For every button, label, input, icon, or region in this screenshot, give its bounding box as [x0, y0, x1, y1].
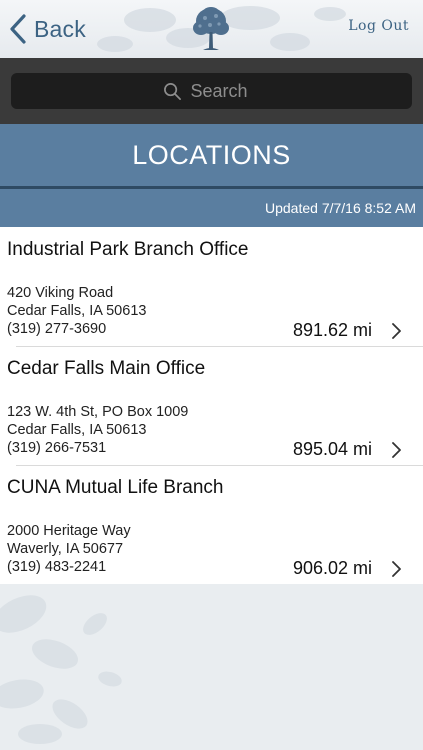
location-address-line2: Cedar Falls, IA 50613 — [7, 422, 147, 438]
search-bar — [0, 58, 423, 124]
location-name: Cedar Falls Main Office — [7, 358, 206, 379]
location-name: CUNA Mutual Life Branch — [7, 477, 224, 498]
location-row[interactable]: Industrial Park Branch Office 420 Viking… — [0, 227, 423, 346]
logout-button[interactable]: Log Out — [348, 18, 409, 34]
location-phone[interactable]: (319) 266-7531 — [7, 440, 106, 456]
search-icon — [163, 82, 181, 100]
location-address-line1: 2000 Heritage Way — [7, 523, 131, 539]
updated-band: Updated 7/7/16 8:52 AM — [0, 189, 423, 227]
location-address-line1: 420 Viking Road — [7, 285, 114, 301]
location-address-line1: 123 W. 4th St, PO Box 1009 — [7, 404, 189, 420]
location-name: Industrial Park Branch Office — [7, 239, 249, 260]
locations-list: Industrial Park Branch Office 420 Viking… — [0, 227, 423, 584]
navigation-bar: Back Log Out — [0, 0, 423, 58]
location-distance: 906.02 mi — [292, 558, 372, 578]
page-title: LOCATIONS — [132, 139, 291, 170]
back-button[interactable]: Back — [8, 11, 86, 47]
back-label: Back — [34, 15, 86, 42]
chevron-right-icon — [392, 323, 401, 339]
location-row[interactable]: CUNA Mutual Life Branch 2000 Heritage Wa… — [0, 465, 423, 584]
chevron-right-icon — [392, 442, 401, 458]
location-distance: 895.04 mi — [292, 439, 372, 459]
chevron-left-icon — [10, 14, 26, 44]
search-input[interactable] — [190, 80, 261, 102]
chevron-right-icon — [392, 561, 401, 577]
location-address-line2: Waverly, IA 50677 — [7, 541, 124, 557]
location-row[interactable]: Cedar Falls Main Office 123 W. 4th St, P… — [0, 346, 423, 465]
page-title-band: LOCATIONS — [0, 124, 423, 186]
tree-logo-icon — [193, 7, 229, 50]
search-field[interactable] — [11, 73, 412, 109]
location-address-line2: Cedar Falls, IA 50613 — [7, 303, 147, 319]
updated-timestamp: Updated 7/7/16 8:52 AM — [265, 200, 416, 216]
location-phone[interactable]: (319) 483-2241 — [7, 559, 106, 575]
location-distance: 891.62 mi — [292, 320, 372, 340]
leaf-pattern-decor — [0, 595, 122, 744]
location-phone[interactable]: (319) 277-3690 — [7, 321, 106, 337]
